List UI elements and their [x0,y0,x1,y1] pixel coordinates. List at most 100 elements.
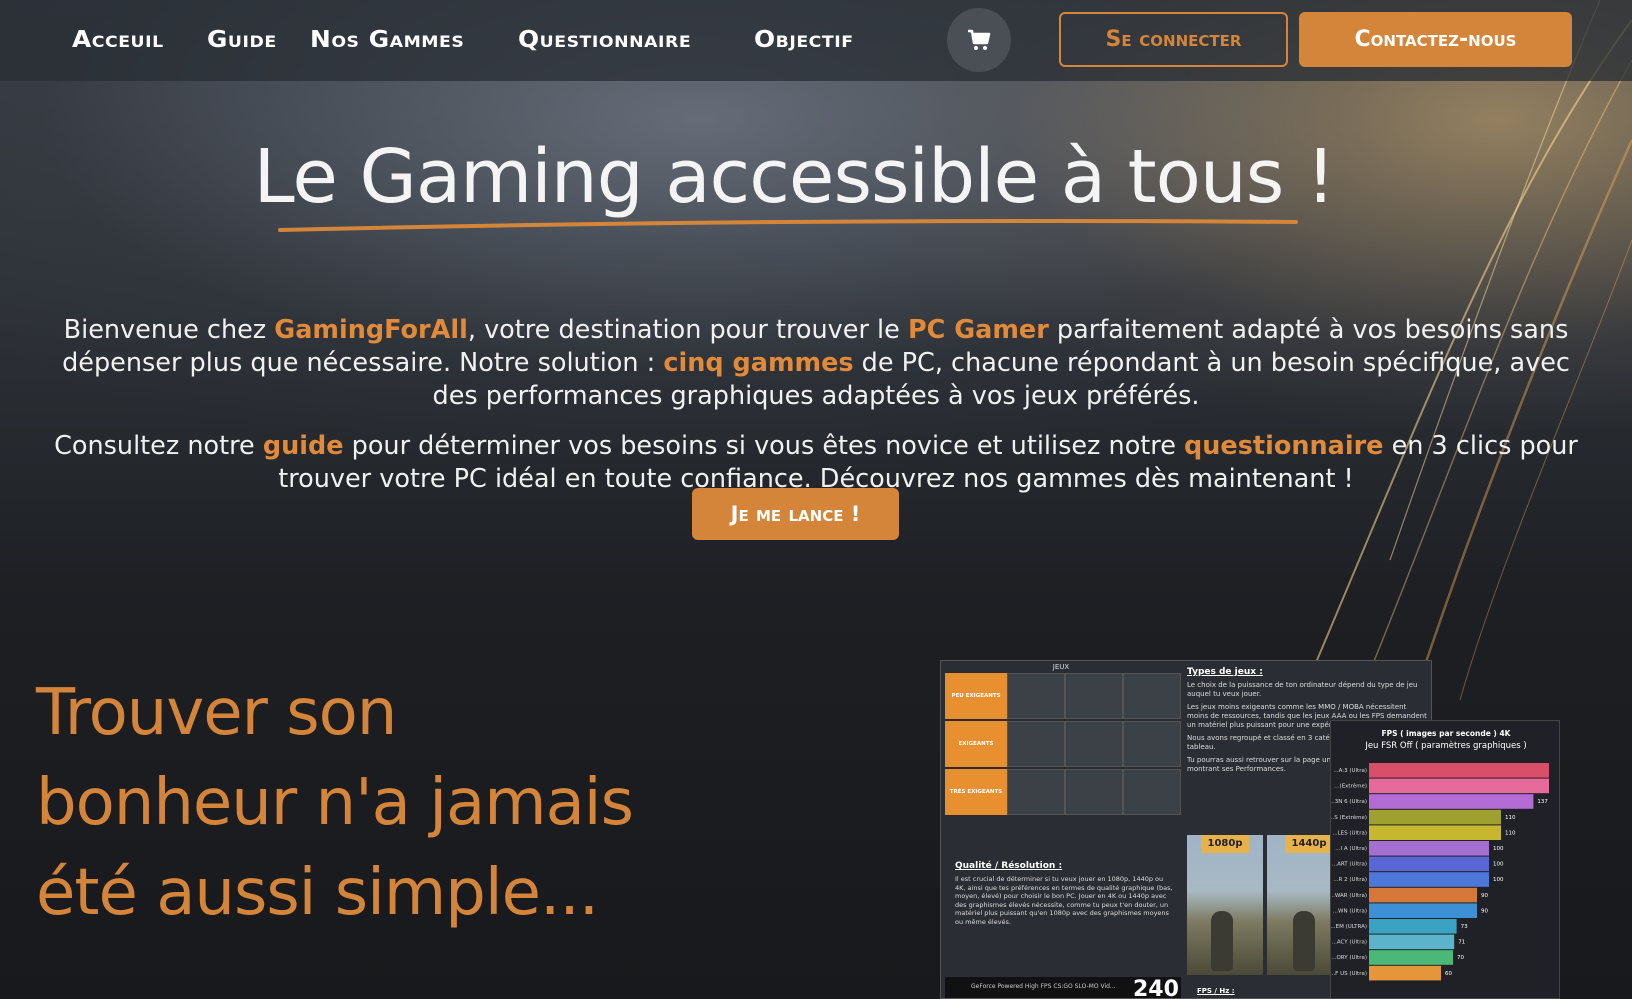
games-row-label: PEU EXIGEANTS [945,673,1007,719]
character-figure [1293,911,1315,971]
chart-title: FPS ( images par seconde ) 4K [1381,729,1511,738]
fps-bar [1369,887,1477,903]
section-tagline: Trouver son bonheur n'a jamais été aussi… [36,668,676,938]
nav-link-nos-gammes[interactable]: Nos Gammes [310,22,464,58]
video-title: GeForce Powered High FPS CS:GO SLO-MO Vi… [971,983,1116,990]
games-table-header: JEUX [1052,663,1070,671]
bar-label: ...F US (Ultra) [1331,971,1367,977]
guide-paragraph: Consultez notre guide pour déterminer vo… [40,430,1592,496]
intro-text: , votre destination pour trouver le [467,314,908,345]
hero-title: Le Gaming accessible à tous ! [253,134,1336,220]
resolution-1440-label: 1440p [1285,835,1333,853]
games-cell [1007,769,1065,815]
bar-value: 70 [1457,955,1464,961]
nav-link-objectif[interactable]: Objectif [754,22,854,58]
bar-value: 73 [1461,924,1468,930]
fps-bar [1369,950,1453,965]
video-thumbnail[interactable]: GeForce Powered High FPS CS:GO SLO-MO Vi… [945,977,1181,999]
games-cell [1123,721,1181,767]
fps-bar [1369,934,1455,950]
bar-value: 90 [1481,908,1488,914]
intro-paragraph: Bienvenue chez GamingForAll, votre desti… [40,314,1592,413]
tagline-line: Trouver son [36,676,397,750]
bar-value: 60 [1445,971,1452,977]
bar-label: ...WAR (Ultra) [1331,893,1367,899]
games-cell [1123,769,1181,815]
bar-value: 110 [1505,815,1516,821]
bar-label: ...I A (Ultra) [1335,846,1367,852]
intro-text: Bienvenue chez [63,314,275,345]
bar-label: ...3N 6 (Ultra) [1331,799,1367,805]
nav-link-accueil[interactable]: Acceuil [72,22,164,58]
quality-block: Qualité / Résolution : Il est crucial de… [955,861,1175,926]
bar-label: ...R 2 (Ultra) [1333,877,1367,883]
game-types-title: Types de jeux : [1187,667,1263,677]
guide-link[interactable]: guide [263,431,344,461]
bar-label: ...ACY (Ultra) [1332,940,1367,946]
fps-bar [1369,778,1549,794]
fps-bar [1369,809,1501,825]
top-navbar: Acceuil Guide Nos Gammes Questionnaire O… [0,0,1632,81]
video-fps-number: 240 [1133,977,1179,999]
resolution-1080-label: 1080p [1201,835,1249,853]
fps-bar [1369,965,1441,981]
fps-chart-panel: FPS ( images par seconde ) 4K Jeu FSR Of… [1330,720,1560,999]
bar-value: 137 [1537,799,1548,805]
games-cell [1007,721,1065,767]
games-table: PEU EXIGEANTS EXIGEANTS TRÈS EXIGEANTS [945,673,1181,841]
fps-hz-title: FPS / Hz : [1197,987,1235,995]
fps-bar [1369,919,1457,934]
shopping-cart-icon [968,29,991,50]
games-cell [1065,769,1123,815]
fps-bar [1369,841,1489,856]
start-button[interactable]: Je me lance ! [692,488,899,540]
fps-bar [1369,856,1489,872]
chart-subtitle: Jeu FSR Off ( paramètres graphiques ) [1365,741,1527,751]
games-cell [1123,673,1181,719]
contact-button[interactable]: Contactez-nous [1299,12,1572,67]
fps-bar [1369,903,1477,918]
fps-bar-chart: ...A:3 (Ultra) ...(Extrême) ...3N 6 (Ultra… [1331,763,1549,981]
cart-button[interactable] [947,8,1011,72]
login-button[interactable]: Se connecter [1059,12,1288,67]
games-cell [1007,673,1065,719]
bar-value: 100 [1493,846,1504,852]
bar-label: ...EM (ULTRA) [1331,924,1367,930]
fps-bar [1369,794,1534,809]
game-types-text: Le choix de la puissance de ton ordinate… [1187,681,1418,698]
tagline-line: bonheur n'a jamais [36,766,634,840]
bar-value: 110 [1505,830,1516,836]
questionnaire-link[interactable]: questionnaire [1184,431,1383,461]
fps-bar [1369,763,1549,778]
fps-bar [1369,825,1501,840]
bar-label: ...LES (Ultra) [1332,830,1367,836]
brand-link[interactable]: GamingForAll [274,315,468,345]
nav-link-questionnaire[interactable]: Questionnaire [518,22,691,58]
games-row-label: TRÈS EXIGEANTS [945,769,1007,815]
character-figure [1211,911,1233,971]
games-row-label: EXIGEANTS [945,721,1007,767]
bar-label: ...A:3 (Ultra) [1333,768,1367,774]
bar-label: ...ORY (Ultra) [1331,955,1367,961]
bar-label: ...WN (Ultra) [1333,908,1367,914]
bar-value: 100 [1493,877,1504,883]
bar-value: 90 [1481,893,1488,899]
nav-link-guide[interactable]: Guide [207,22,277,58]
bar-label: ...S (Extrême) [1331,814,1367,821]
games-cell [1065,673,1123,719]
bar-label: ...(Extrême) [1334,783,1367,790]
tagline-line: été aussi simple... [36,856,599,930]
games-row: TRÈS EXIGEANTS [945,769,1181,817]
games-row: PEU EXIGEANTS [945,673,1181,721]
guide-text: pour déterminer vos besoins si vous êtes… [343,430,1185,461]
fps-bar [1369,872,1489,887]
bar-value: 71 [1458,940,1465,946]
games-row: EXIGEANTS [945,721,1181,769]
bar-value: 100 [1493,862,1504,868]
quality-text: Il est crucial de déterminer si tu veux … [955,875,1173,926]
bar-label: ...ART (Ultra) [1332,862,1367,868]
highlight-pc-gamer: PC Gamer [907,314,1049,345]
highlight-cinq-gammes: cinq gammes [663,347,854,378]
quality-title: Qualité / Résolution : [955,861,1063,871]
guide-text: Consultez notre [54,430,263,461]
